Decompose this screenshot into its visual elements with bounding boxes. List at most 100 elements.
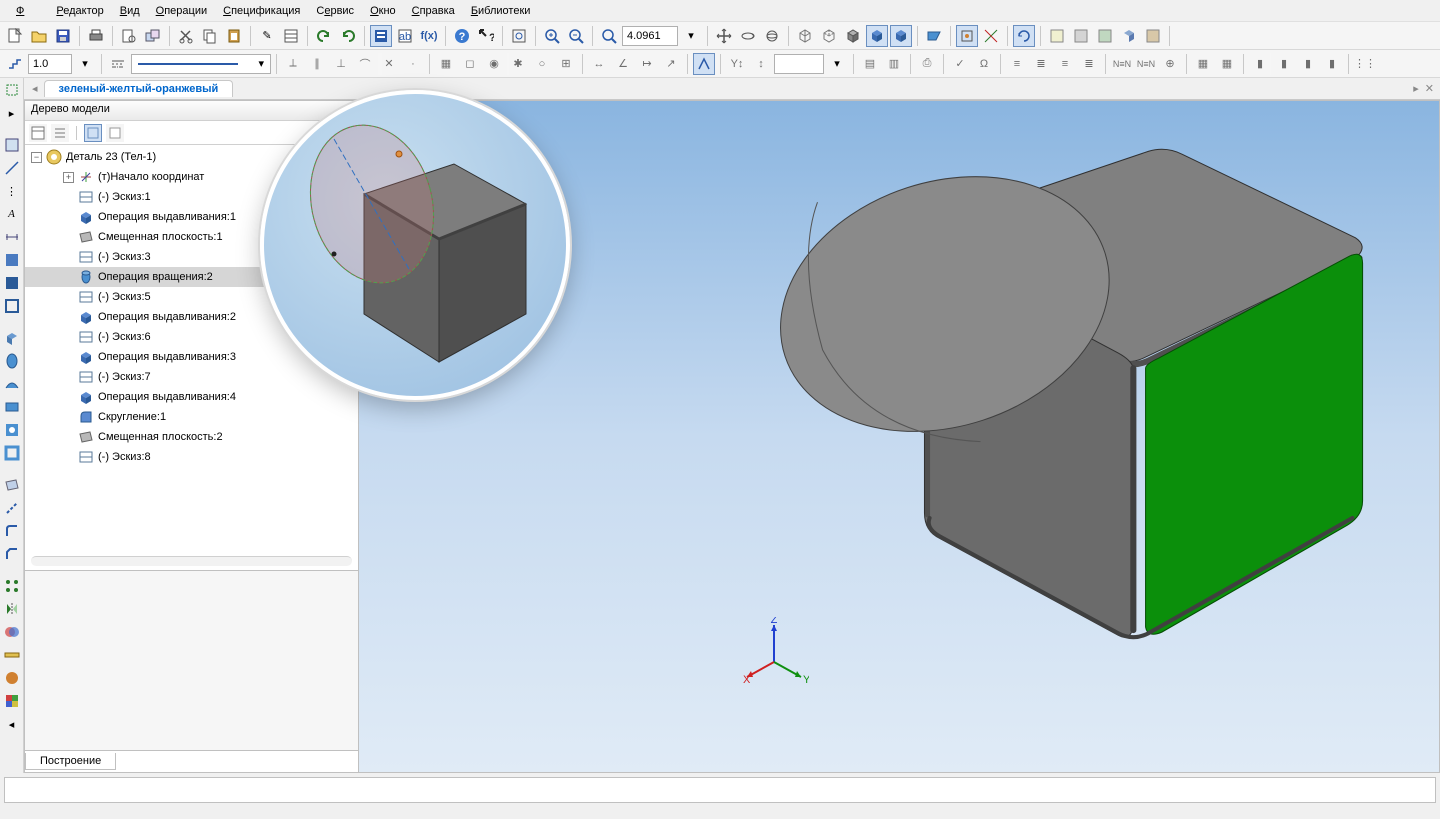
edge-tool[interactable] — [2, 273, 22, 293]
nn-icon-1[interactable]: N≡N — [1111, 53, 1133, 75]
loft-tool[interactable] — [2, 397, 22, 417]
tangent-icon[interactable]: ⌒ — [354, 53, 376, 75]
shell-tool[interactable] — [2, 443, 22, 463]
expand-icon[interactable]: + — [63, 172, 74, 183]
endpoint-icon[interactable]: ◻ — [459, 53, 481, 75]
chamfer-tool[interactable] — [2, 544, 22, 564]
perp-icon[interactable]: ⊥ — [330, 53, 352, 75]
misc-icon[interactable]: ⋮⋮ — [1354, 53, 1376, 75]
parallel-icon[interactable]: ∥ — [306, 53, 328, 75]
new-file-button[interactable] — [4, 25, 26, 47]
shaded-edges-icon[interactable] — [842, 25, 864, 47]
axis-tool[interactable] — [2, 498, 22, 518]
refresh-icon[interactable] — [1013, 25, 1035, 47]
grid-snap-icon[interactable]: ▦ — [435, 53, 457, 75]
face-tool[interactable] — [2, 250, 22, 270]
shaded-icon[interactable] — [866, 25, 888, 47]
tool-icon-1[interactable] — [1070, 25, 1092, 47]
collapse-icon[interactable]: − — [31, 152, 42, 163]
al-just-icon[interactable]: ≣ — [1078, 53, 1100, 75]
tool-icon-2[interactable] — [1094, 25, 1116, 47]
al-right-icon[interactable]: ≡ — [1054, 53, 1076, 75]
menu-view[interactable]: Вид — [112, 2, 148, 20]
intersect-icon[interactable]: ✱ — [507, 53, 529, 75]
color-tool[interactable] — [2, 691, 22, 711]
dim-tool[interactable] — [2, 227, 22, 247]
length-icon[interactable]: ↦ — [636, 53, 658, 75]
normal-icon[interactable]: ↗ — [660, 53, 682, 75]
tree-filter-icon[interactable] — [106, 124, 124, 142]
step-input[interactable] — [28, 54, 72, 74]
sketch-tool[interactable] — [2, 135, 22, 155]
menu-edit[interactable]: Редактор — [48, 2, 111, 20]
tab-scroll-left[interactable]: ◂ — [32, 82, 38, 95]
col-icon-3[interactable]: ▮ — [1297, 53, 1319, 75]
layers-button[interactable] — [142, 25, 164, 47]
ortho-icon[interactable]: ⊞ — [555, 53, 577, 75]
menu-libs[interactable]: Библиотеки — [463, 2, 539, 20]
revolve-tool[interactable] — [2, 351, 22, 371]
variables-button[interactable]: ab — [394, 25, 416, 47]
cut-button[interactable] — [175, 25, 197, 47]
undo-button[interactable] — [313, 25, 335, 47]
layout-icon-2[interactable]: ▥ — [883, 53, 905, 75]
perspective-icon[interactable] — [890, 25, 912, 47]
preview-button[interactable] — [118, 25, 140, 47]
step-icon[interactable] — [4, 53, 26, 75]
plane-tool[interactable] — [2, 475, 22, 495]
select-tool[interactable] — [2, 80, 22, 100]
pattern-tool[interactable] — [2, 576, 22, 596]
zoom-level-input[interactable] — [622, 26, 678, 46]
linetype-icon[interactable] — [107, 53, 129, 75]
menu-file[interactable]: Ф — [8, 2, 48, 20]
menu-operations[interactable]: Операции — [148, 2, 215, 20]
fx-button[interactable]: f(x) — [418, 25, 440, 47]
col-icon-2[interactable]: ▮ — [1273, 53, 1295, 75]
print-area-icon[interactable]: ⎙ — [916, 53, 938, 75]
col-icon-1[interactable]: ▮ — [1249, 53, 1271, 75]
circle-n-icon[interactable]: ⊕ — [1159, 53, 1181, 75]
al-left-icon[interactable]: ≡ — [1006, 53, 1028, 75]
coord-input[interactable] — [774, 54, 824, 74]
col-icon-4[interactable]: ▮ — [1321, 53, 1343, 75]
align-icon[interactable]: ↔ — [588, 53, 610, 75]
spellcheck-icon[interactable]: ✓ — [949, 53, 971, 75]
build-tab[interactable]: Построение — [25, 753, 116, 770]
snap-button[interactable] — [956, 25, 978, 47]
redo-button[interactable] — [337, 25, 359, 47]
boolean-tool[interactable] — [2, 622, 22, 642]
rebuild-icon[interactable] — [1046, 25, 1068, 47]
menu-window[interactable]: Окно — [362, 2, 404, 20]
xcoord-icon[interactable]: ↕ — [750, 53, 772, 75]
wireframe-icon[interactable] — [794, 25, 816, 47]
tree-scrollbar[interactable] — [31, 556, 352, 566]
nearest-icon[interactable]: ○ — [531, 53, 553, 75]
angle-icon[interactable]: ∠ — [612, 53, 634, 75]
document-tab[interactable]: зеленый-желтый-оранжевый — [44, 80, 234, 97]
nn-icon-2[interactable]: N≡N — [1135, 53, 1157, 75]
rotate-button[interactable] — [737, 25, 759, 47]
hole-tool[interactable] — [2, 420, 22, 440]
dropdown-icon[interactable]: ▾ — [680, 25, 702, 47]
hidden-icon[interactable] — [818, 25, 840, 47]
tree-node[interactable]: (-) Эскиз:8 — [25, 447, 358, 467]
layout-icon-1[interactable]: ▤ — [859, 53, 881, 75]
tab-close-button[interactable]: ✕ — [1425, 82, 1434, 95]
tree-node[interactable]: (-) Эскиз:7 — [25, 367, 358, 387]
properties-button[interactable] — [280, 25, 302, 47]
extrude-tool[interactable] — [2, 328, 22, 348]
linetype-select[interactable]: ▾ — [131, 54, 271, 74]
tree-node[interactable]: Операция выдавливания:4 — [25, 387, 358, 407]
ycoord-icon[interactable]: Y↕ — [726, 53, 748, 75]
zoom-fit-button[interactable] — [508, 25, 530, 47]
zoom-out-button[interactable] — [565, 25, 587, 47]
zoom-scale-button[interactable] — [598, 25, 620, 47]
open-file-button[interactable] — [28, 25, 50, 47]
paste-button[interactable] — [223, 25, 245, 47]
omega-icon[interactable]: Ω — [973, 53, 995, 75]
tab-scroll-right[interactable]: ▸ — [1413, 82, 1419, 95]
material-tool[interactable] — [2, 668, 22, 688]
text-tool[interactable]: A — [2, 204, 22, 224]
table-icon[interactable]: ▦ — [1192, 53, 1214, 75]
tree-node[interactable]: Смещенная плоскость:2 — [25, 427, 358, 447]
